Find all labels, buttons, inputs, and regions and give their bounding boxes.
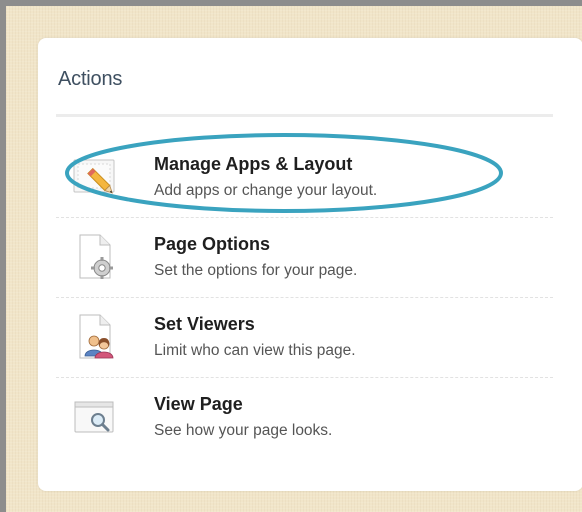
- action-description: Set the options for your page.: [154, 262, 358, 279]
- action-description: See how your page looks.: [154, 422, 333, 439]
- action-page-options[interactable]: Page Options Set the options for your pa…: [56, 218, 553, 298]
- action-title: View Page: [154, 394, 243, 414]
- action-title: Manage Apps & Layout: [154, 154, 353, 174]
- action-set-viewers[interactable]: Set Viewers Limit who can view this page…: [56, 298, 553, 378]
- title-divider: [56, 114, 553, 117]
- layout-pencil-icon: [73, 159, 115, 194]
- action-title: Set Viewers: [154, 314, 255, 334]
- window-magnifier-icon: [74, 401, 114, 433]
- action-description: Limit who can view this page.: [154, 342, 356, 359]
- actions-panel: Actions Manage Apps & Layout Add apps or…: [38, 38, 582, 491]
- action-view-page[interactable]: View Page See how your page looks.: [56, 378, 553, 458]
- page-users-icon: [79, 314, 114, 359]
- action-title: Page Options: [154, 234, 271, 254]
- page-gear-icon: [79, 234, 113, 279]
- action-description: Add apps or change your layout.: [154, 182, 378, 199]
- panel-title: Actions: [58, 68, 123, 90]
- action-manage-apps-layout[interactable]: Manage Apps & Layout Add apps or change …: [56, 138, 553, 218]
- page-background: Actions Manage Apps & Layout Add apps or…: [0, 0, 582, 512]
